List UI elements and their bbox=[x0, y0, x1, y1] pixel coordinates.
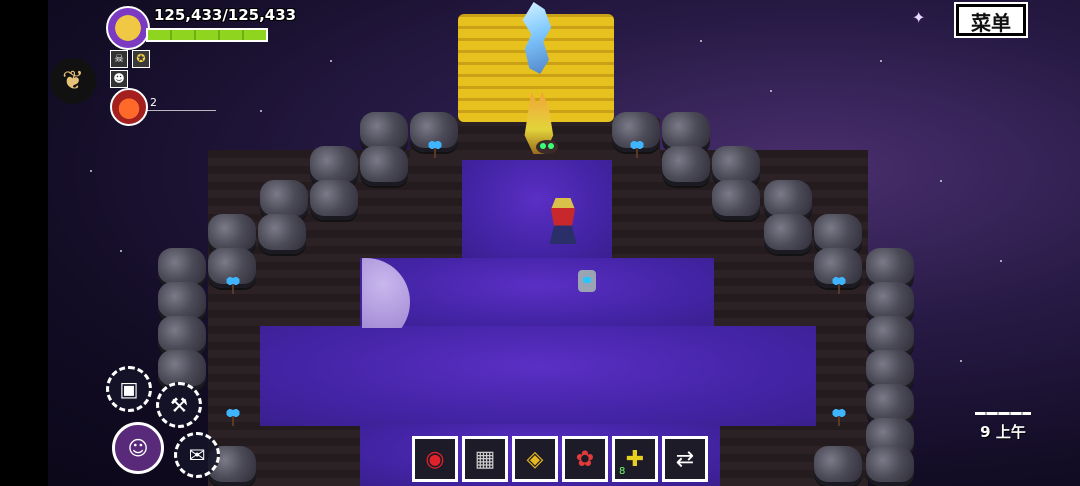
map-device-icon: ▣ bbox=[119, 377, 139, 401]
hp-bar bbox=[146, 28, 268, 42]
water-pool bbox=[462, 160, 612, 260]
character-button[interactable]: ☺ bbox=[112, 422, 164, 474]
hammer-button[interactable]: ⚒ bbox=[156, 382, 202, 428]
character-icon: ☺ bbox=[127, 436, 149, 460]
boulder[interactable] bbox=[712, 180, 760, 220]
pet-status-icon: ☻ bbox=[110, 70, 128, 88]
clock-bar bbox=[975, 412, 1031, 415]
boulder[interactable] bbox=[866, 446, 914, 486]
green-eyed-bug[interactable] bbox=[536, 140, 558, 154]
skull-buff-icon: ☠ bbox=[110, 50, 128, 68]
net-icon: ▦ bbox=[474, 446, 496, 472]
star-buff-icon: ✪ bbox=[132, 50, 150, 68]
boulder[interactable] bbox=[310, 180, 358, 220]
blue-leaf-sapling[interactable] bbox=[224, 276, 242, 294]
clock-text: 9 上午 bbox=[980, 423, 1026, 441]
scroll-icon: ✉ bbox=[188, 443, 206, 467]
hotbar-slot-red-creature[interactable]: ✿ bbox=[562, 436, 608, 482]
boulder[interactable] bbox=[662, 146, 710, 186]
pet-count: 2 bbox=[150, 96, 157, 109]
map-device-button[interactable]: ▣ bbox=[106, 366, 152, 412]
hp-text: 125,433/125,433 bbox=[154, 6, 297, 24]
boulder[interactable] bbox=[258, 214, 306, 254]
pet-portrait[interactable] bbox=[110, 88, 148, 126]
robot-pet[interactable] bbox=[578, 270, 596, 292]
quest-scroll-button[interactable]: ✉ bbox=[174, 432, 220, 478]
water-pool bbox=[260, 326, 816, 426]
hotbar-slot-shield-plus[interactable]: ✚ 8 bbox=[612, 436, 658, 482]
red-creature-icon: ✿ bbox=[575, 446, 595, 472]
player-portrait[interactable] bbox=[106, 6, 150, 50]
swap-arrow-icon: ⇄ bbox=[675, 446, 695, 472]
pet-hp-line bbox=[146, 110, 216, 111]
game-clock: 9 上午 bbox=[968, 412, 1038, 442]
boulder[interactable] bbox=[764, 214, 812, 254]
blue-leaf-sapling[interactable] bbox=[224, 408, 242, 426]
menu-button[interactable]: 菜单 bbox=[956, 4, 1026, 36]
hotbar-slot-swap[interactable]: ⇄ bbox=[662, 436, 708, 482]
hotbar-slot-red-orb[interactable]: ◉ bbox=[412, 436, 458, 482]
boulder[interactable] bbox=[814, 446, 862, 486]
water-pool bbox=[360, 258, 714, 328]
shield-plus-icon: ✚ bbox=[625, 446, 645, 472]
boulder[interactable] bbox=[360, 146, 408, 186]
blue-leaf-sapling[interactable] bbox=[830, 408, 848, 426]
slot-count-badge: 8 bbox=[619, 466, 626, 477]
hotbar-slot-golden-relic[interactable]: ◈ bbox=[512, 436, 558, 482]
hotbar: ◉ ▦ ◈ ✿ ✚ 8 ⇄ bbox=[412, 436, 708, 482]
purple-moon bbox=[362, 258, 412, 328]
red-orb-icon: ◉ bbox=[425, 446, 445, 472]
blue-leaf-sapling[interactable] bbox=[426, 140, 444, 158]
hammer-icon: ⚒ bbox=[170, 393, 188, 417]
blue-leaf-sapling[interactable] bbox=[628, 140, 646, 158]
hotbar-slot-net[interactable]: ▦ bbox=[462, 436, 508, 482]
golden-relic-icon: ◈ bbox=[526, 446, 544, 472]
blue-leaf-sapling[interactable] bbox=[830, 276, 848, 294]
hp-bar-fill bbox=[148, 30, 266, 40]
wing-icon[interactable]: ❦ bbox=[50, 58, 96, 104]
